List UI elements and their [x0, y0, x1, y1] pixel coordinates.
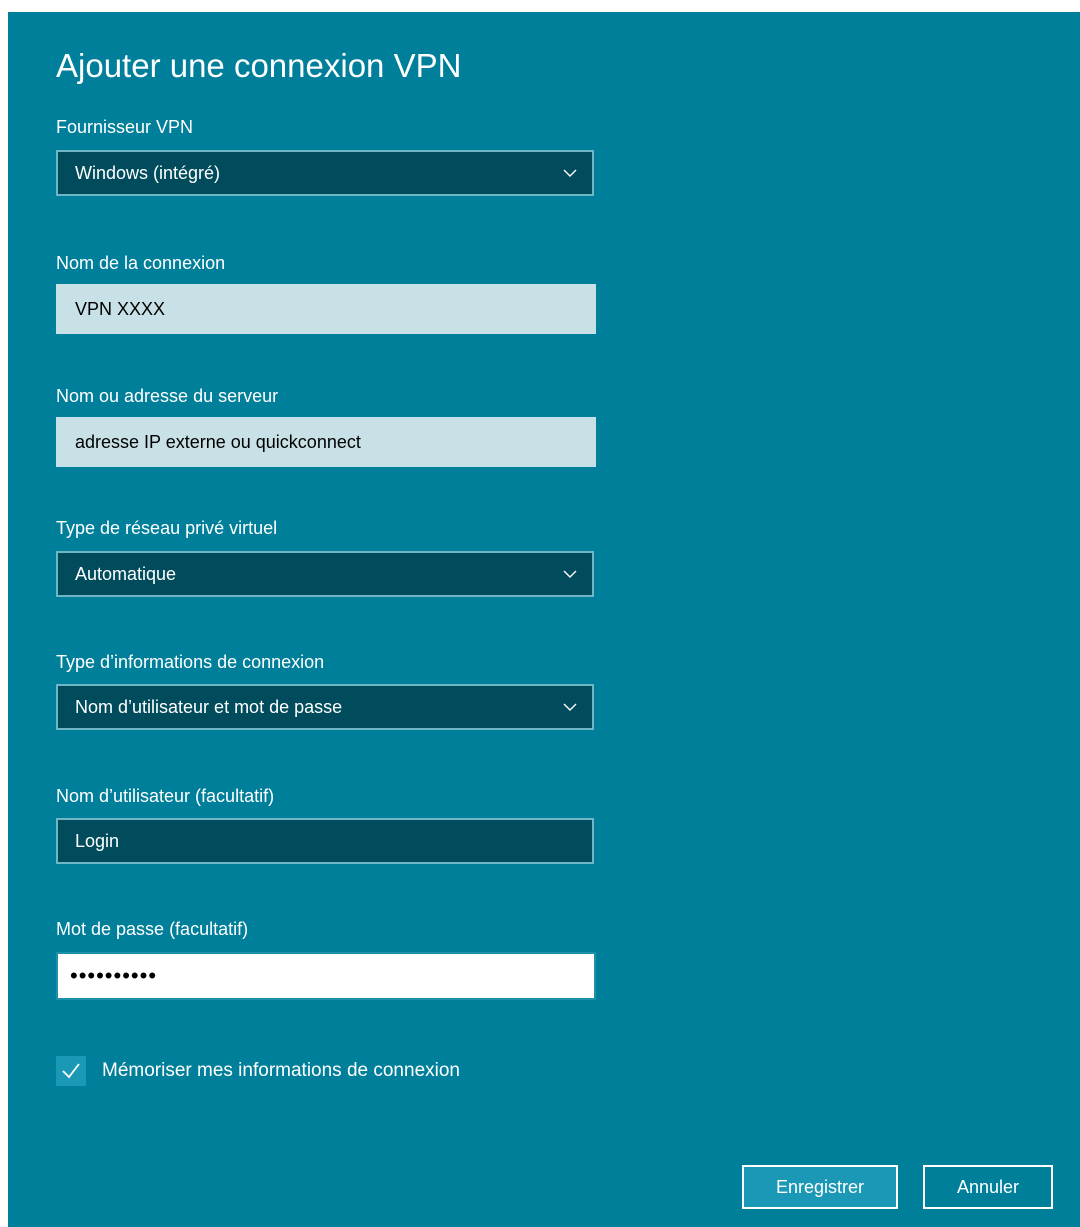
server-address-input[interactable]: adresse IP externe ou quickconnect [56, 417, 596, 467]
vpn-type-dropdown[interactable]: Automatique [56, 551, 594, 597]
remember-credentials-checkbox[interactable]: Mémoriser mes informations de connexion [56, 1055, 460, 1087]
signin-type-dropdown[interactable]: Nom d’utilisateur et mot de passe [56, 684, 594, 730]
username-input[interactable]: Login [56, 818, 594, 864]
signin-type-value: Nom d’utilisateur et mot de passe [75, 696, 343, 717]
remember-label: Mémoriser mes informations de connexion [102, 1060, 460, 1081]
connection-name-input[interactable]: VPN XXXX [56, 284, 596, 334]
vpn-type-value: Automatique [75, 563, 177, 584]
provider-dropdown[interactable]: Windows (intégré) [56, 150, 594, 196]
dialog-title: Ajouter une connexion VPN [56, 47, 462, 84]
chevron-down-icon [563, 703, 577, 711]
server-label: Nom ou adresse du serveur [56, 386, 279, 406]
cancel-button[interactable]: Annuler [923, 1165, 1053, 1209]
connection-name-value: VPN XXXX [75, 298, 166, 319]
chevron-down-icon [563, 570, 577, 578]
provider-label: Fournisseur VPN [56, 117, 194, 137]
checkbox-box[interactable] [56, 1056, 86, 1086]
save-button[interactable]: Enregistrer [742, 1165, 898, 1209]
username-value: Login [75, 830, 120, 851]
password-value: •••••••••• [70, 963, 158, 988]
checkmark-icon [62, 1063, 80, 1079]
server-address-value: adresse IP externe ou quickconnect [75, 431, 361, 452]
provider-value: Windows (intégré) [75, 162, 221, 183]
vpn-type-label: Type de réseau privé virtuel [56, 518, 278, 538]
chevron-down-icon [563, 169, 577, 177]
password-label: Mot de passe (facultatif) [56, 919, 249, 939]
password-input[interactable]: •••••••••• [56, 952, 596, 1000]
add-vpn-dialog: Ajouter une connexion VPN Fournisseur VP… [8, 12, 1080, 1227]
connection-name-label: Nom de la connexion [56, 253, 226, 273]
username-label: Nom d’utilisateur (facultatif) [56, 786, 275, 806]
signin-type-label: Type d’informations de connexion [56, 652, 325, 672]
